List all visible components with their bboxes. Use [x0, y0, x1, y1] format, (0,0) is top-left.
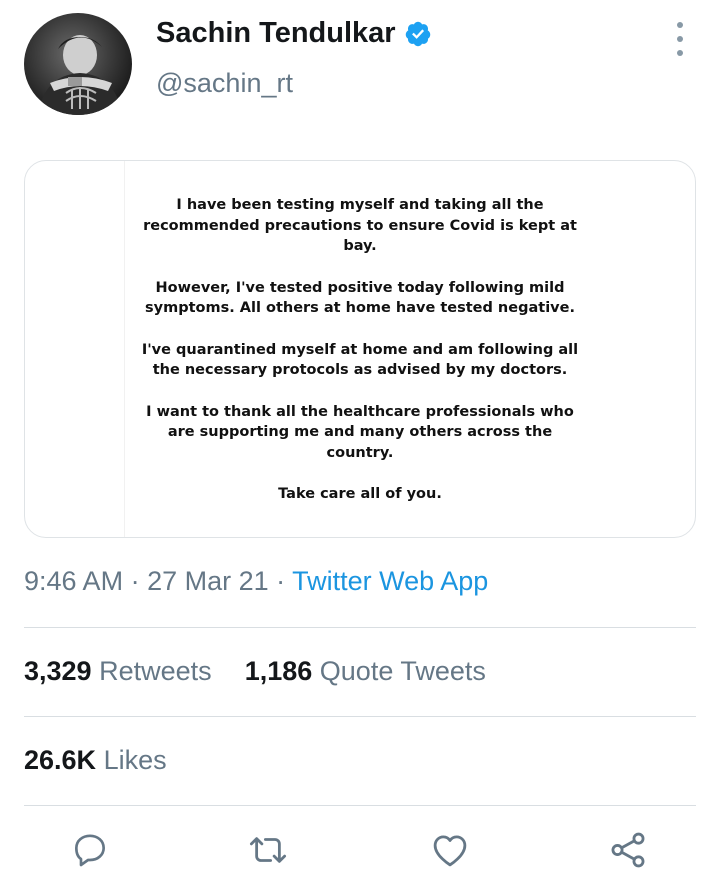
more-dot — [677, 36, 683, 42]
likes-stat[interactable]: 26.6K Likes — [24, 745, 167, 775]
reply-button[interactable] — [68, 828, 112, 872]
likes-count: 26.6K — [24, 745, 97, 775]
tweet-actions — [0, 828, 720, 880]
like-button[interactable] — [428, 828, 472, 872]
divider — [24, 716, 696, 717]
note-paragraph: I want to thank all the healthcare profe… — [146, 403, 574, 461]
retweet-icon — [249, 837, 287, 863]
meta-separator: · — [123, 566, 148, 596]
tweet-source-link[interactable]: Twitter Web App — [292, 566, 488, 596]
user-handle[interactable]: @sachin_rt — [156, 68, 293, 99]
note-paragraph: I've quarantined myself at home and am f… — [141, 341, 579, 379]
profile-photo-icon — [38, 35, 122, 115]
quote-tweets-label: Quote Tweets — [319, 656, 486, 686]
verified-badge-icon — [405, 21, 430, 46]
display-name[interactable]: Sachin Tendulkar — [156, 17, 432, 50]
tweet-meta: 9:46 AM · 27 Mar 21 · Twitter Web App — [24, 566, 488, 597]
media-note: I have been testing myself and taking al… — [124, 161, 595, 537]
note-paragraph: Take care all of you. — [278, 486, 442, 502]
quote-tweets-stat[interactable]: 1,186 Quote Tweets — [245, 656, 486, 686]
note-text: I have been testing myself and taking al… — [125, 195, 595, 526]
engagement-stats: 3,329 Retweets 1,186 Quote Tweets — [24, 656, 486, 687]
like-icon — [433, 835, 467, 867]
note-paragraph: However, I've tested positive today foll… — [145, 279, 575, 317]
meta-separator: · — [268, 566, 293, 596]
share-button[interactable] — [606, 828, 650, 872]
quote-tweets-count: 1,186 — [244, 656, 313, 686]
divider — [24, 805, 696, 806]
tweet-date[interactable]: 27 Mar 21 — [147, 566, 269, 596]
more-options-icon[interactable] — [672, 20, 688, 58]
divider — [24, 627, 696, 628]
tweet-media-image[interactable]: I have been testing myself and taking al… — [24, 160, 696, 538]
more-dot — [677, 50, 683, 56]
retweets-count: 3,329 — [24, 656, 92, 686]
note-paragraph: I have been testing myself and taking al… — [143, 197, 577, 254]
share-icon — [611, 832, 645, 868]
retweets-stat[interactable]: 3,329 Retweets — [24, 656, 219, 686]
retweet-button[interactable] — [246, 828, 290, 872]
likes-row: 26.6K Likes — [24, 745, 167, 776]
tweet-time[interactable]: 9:46 AM — [24, 566, 123, 596]
avatar[interactable] — [24, 13, 132, 115]
likes-label: Likes — [103, 745, 167, 775]
reply-icon — [75, 834, 105, 867]
display-name-text: Sachin Tendulkar — [156, 17, 396, 49]
retweets-label: Retweets — [99, 656, 212, 686]
more-dot — [677, 22, 683, 28]
